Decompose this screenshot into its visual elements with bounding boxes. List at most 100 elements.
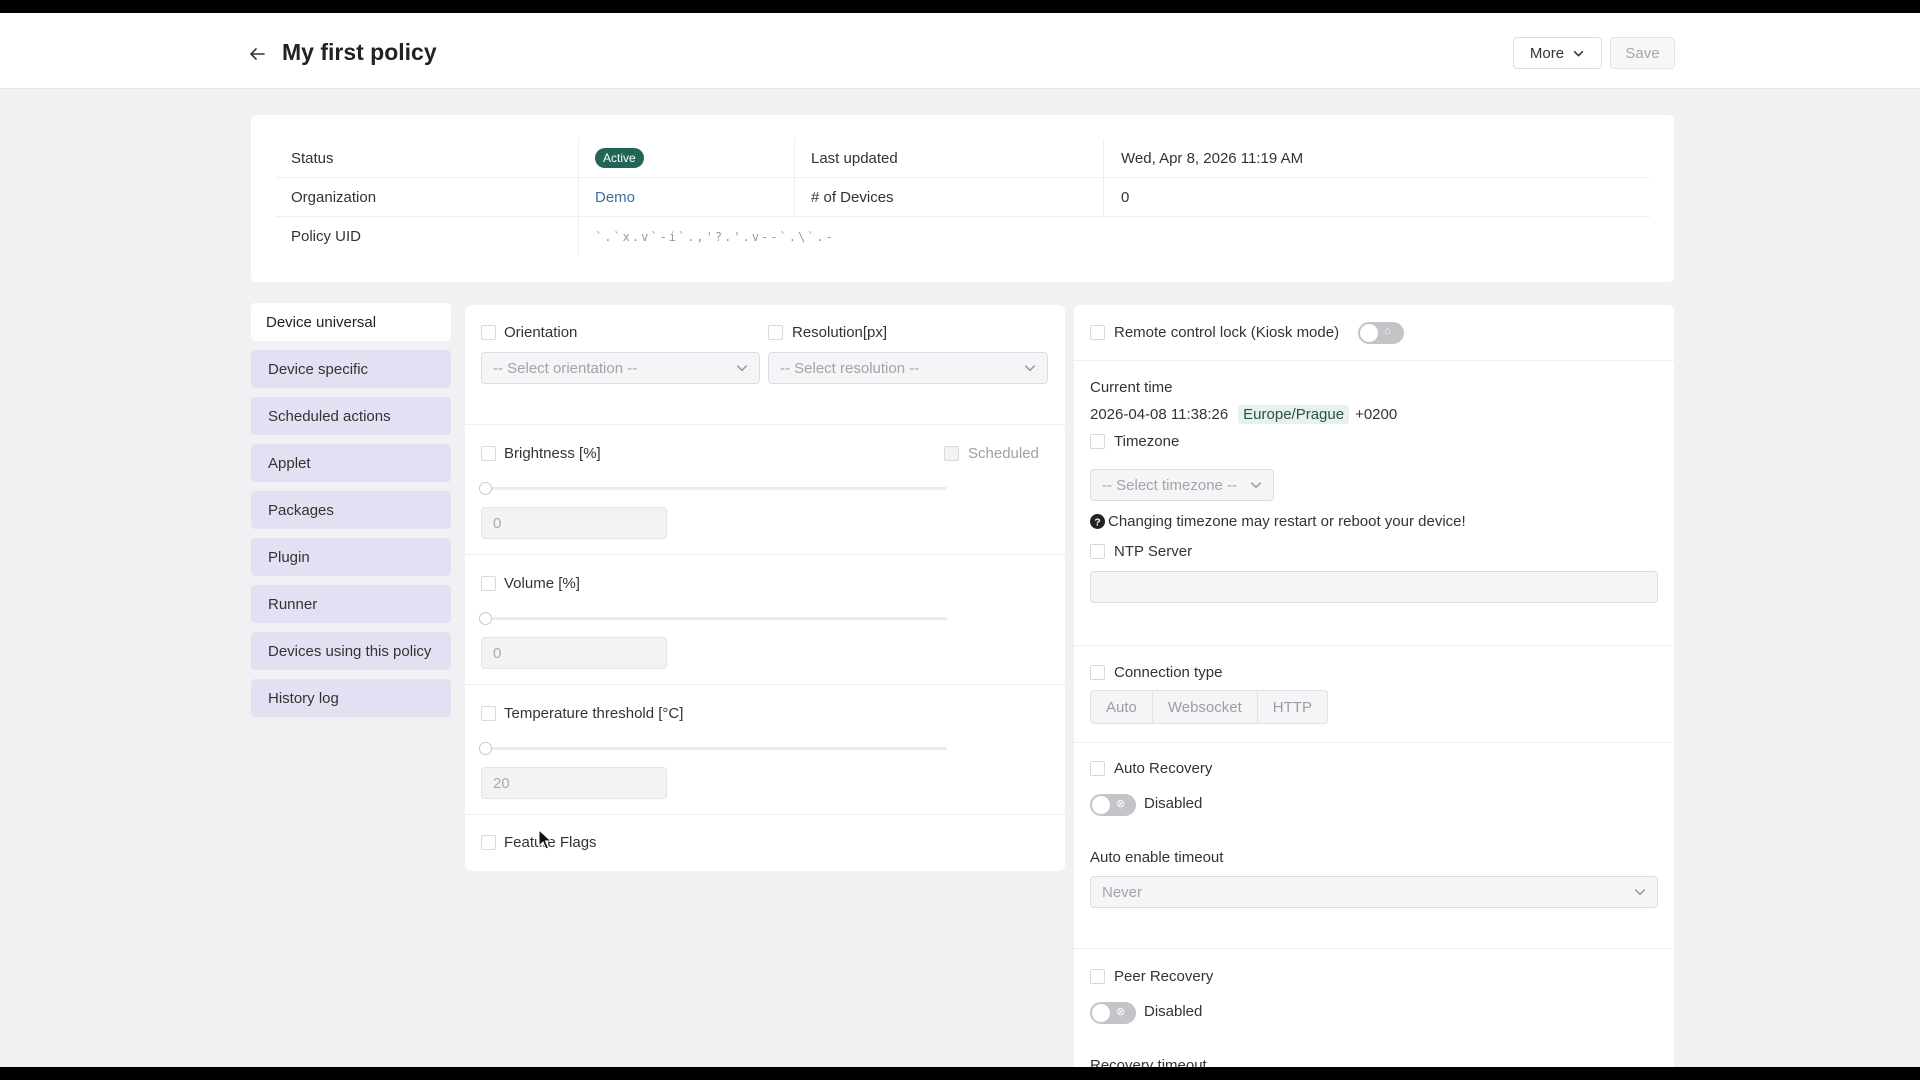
volume-checkbox[interactable] <box>481 576 496 591</box>
brightness-checkbox[interactable] <box>481 446 496 461</box>
policy-info-card: Status Active Last updated Wed, Apr 8, 2… <box>251 115 1674 282</box>
sidebar-item-devices-using-policy[interactable]: Devices using this policy <box>251 632 451 670</box>
resolution-select-value: -- Select resolution -- <box>780 359 920 377</box>
lock-icon: ⌂ <box>1384 325 1391 337</box>
device-settings-panel: Remote control lock (Kiosk mode) ⌂ Curre… <box>1074 305 1674 1067</box>
save-button[interactable]: Save <box>1610 37 1675 69</box>
close-circle-icon: ⊗ <box>1116 798 1126 810</box>
resolution-label: Resolution[px] <box>792 324 888 341</box>
timezone-select-value: -- Select timezone -- <box>1102 476 1238 494</box>
orientation-select[interactable]: -- Select orientation -- <box>481 352 760 384</box>
sidebar-item-device-universal[interactable]: Device universal <box>251 303 451 341</box>
policy-sidebar: Device universal Device specific Schedul… <box>251 303 451 726</box>
chevron-down-icon <box>1250 482 1262 489</box>
volume-slider[interactable] <box>483 617 947 620</box>
timezone-checkbox[interactable] <box>1090 434 1105 449</box>
connection-type-label: Connection type <box>1114 664 1223 681</box>
sidebar-item-plugin[interactable]: Plugin <box>251 538 451 576</box>
divider <box>1074 645 1674 646</box>
volume-slider-handle[interactable] <box>479 612 492 625</box>
chevron-down-icon <box>736 365 748 372</box>
current-time-value: 2026-04-08 11:38:26 <box>1090 406 1229 423</box>
peer-recovery-checkbox[interactable] <box>1090 969 1105 984</box>
chevron-down-icon <box>1024 365 1036 372</box>
auto-enable-timeout-value: Never <box>1102 883 1143 901</box>
peer-recovery-toggle[interactable]: ⊗ <box>1090 1002 1136 1024</box>
close-circle-icon: ⊗ <box>1116 1006 1126 1018</box>
toggle-knob <box>1360 324 1378 342</box>
temperature-label: Temperature threshold [°C] <box>504 705 684 722</box>
organization-label: Organization <box>276 178 579 216</box>
brightness-input[interactable]: 0 <box>481 507 667 539</box>
divider <box>1074 948 1674 949</box>
auto-recovery-label: Auto Recovery <box>1114 760 1213 777</box>
policy-uid-cell: `.`x.v`-i`.,'?.'.v--`.\`.- <box>579 217 939 256</box>
connection-option-http[interactable]: HTTP <box>1258 691 1327 723</box>
policy-uid-value[interactable]: `.`x.v`-i`.,'?.'.v--`.\`.- <box>595 230 835 244</box>
svg-text:?: ? <box>1094 517 1100 528</box>
devices-count-label: # of Devices <box>795 178 1104 216</box>
auto-recovery-checkbox[interactable] <box>1090 761 1105 776</box>
brightness-slider[interactable] <box>483 487 947 490</box>
scheduled-label: Scheduled <box>968 445 1039 462</box>
divider <box>465 424 1065 425</box>
connection-type-selector: Auto Websocket HTTP <box>1090 690 1328 724</box>
page-title: My first policy <box>282 39 437 65</box>
scheduled-checkbox[interactable] <box>944 446 959 461</box>
connection-option-auto[interactable]: Auto <box>1091 691 1153 723</box>
policy-uid-label: Policy UID <box>276 217 579 256</box>
divider <box>465 554 1065 555</box>
info-row-status: Status Active Last updated Wed, Apr 8, 2… <box>276 139 1650 178</box>
ntp-checkbox[interactable] <box>1090 544 1105 559</box>
sidebar-item-packages[interactable]: Packages <box>251 491 451 529</box>
temperature-checkbox[interactable] <box>481 706 496 721</box>
resolution-checkbox[interactable] <box>768 325 783 340</box>
sidebar-item-history-log[interactable]: History log <box>251 679 451 717</box>
kiosk-toggle[interactable]: ⌂ <box>1358 322 1404 344</box>
temperature-slider[interactable] <box>483 747 947 750</box>
toggle-knob <box>1092 1004 1110 1022</box>
auto-enable-timeout-select[interactable]: Never <box>1090 876 1658 908</box>
chevron-down-icon <box>1573 50 1584 57</box>
more-button[interactable]: More <box>1513 37 1602 69</box>
connection-option-websocket[interactable]: Websocket <box>1153 691 1258 723</box>
ntp-server-input[interactable] <box>1090 571 1658 603</box>
info-row-organization: Organization Demo # of Devices 0 <box>276 178 1650 217</box>
kiosk-checkbox[interactable] <box>1090 325 1105 340</box>
organization-cell: Demo <box>579 178 795 216</box>
mouse-cursor-icon <box>538 829 553 850</box>
back-arrow-icon[interactable] <box>246 43 268 65</box>
policy-info-table: Status Active Last updated Wed, Apr 8, 2… <box>276 139 1650 256</box>
temperature-slider-handle[interactable] <box>479 742 492 755</box>
auto-recovery-state: Disabled <box>1144 795 1203 812</box>
resolution-select[interactable]: -- Select resolution -- <box>768 352 1048 384</box>
peer-recovery-label: Peer Recovery <box>1114 968 1214 985</box>
temperature-input[interactable]: 20 <box>481 767 667 799</box>
status-label: Status <box>276 139 579 177</box>
ntp-label: NTP Server <box>1114 543 1193 560</box>
info-row-uid: Policy UID `.`x.v`-i`.,'?.'.v--`.\`.- <box>276 217 1650 256</box>
timezone-select[interactable]: -- Select timezone -- <box>1090 469 1274 501</box>
sidebar-item-scheduled-actions[interactable]: Scheduled actions <box>251 397 451 435</box>
divider <box>1074 360 1674 361</box>
sidebar-item-applet[interactable]: Applet <box>251 444 451 482</box>
orientation-label: Orientation <box>504 324 578 341</box>
sidebar-item-runner[interactable]: Runner <box>251 585 451 623</box>
devices-count-value: 0 <box>1121 188 1130 206</box>
divider <box>465 814 1065 815</box>
auto-recovery-toggle[interactable]: ⊗ <box>1090 794 1136 816</box>
connection-type-checkbox[interactable] <box>1090 665 1105 680</box>
chevron-down-icon <box>1634 889 1646 896</box>
brightness-label: Brightness [%] <box>504 445 601 462</box>
peer-recovery-state: Disabled <box>1144 1003 1203 1020</box>
orientation-checkbox[interactable] <box>481 325 496 340</box>
organization-link[interactable]: Demo <box>595 189 635 206</box>
toggle-knob <box>1092 796 1110 814</box>
last-updated-value: Wed, Apr 8, 2026 11:19 AM <box>1121 149 1304 167</box>
feature-flags-checkbox[interactable] <box>481 835 496 850</box>
brightness-slider-handle[interactable] <box>479 482 492 495</box>
question-circle-icon: ? <box>1090 514 1105 529</box>
sidebar-item-device-specific[interactable]: Device specific <box>251 350 451 388</box>
auto-enable-timeout-label: Auto enable timeout <box>1090 849 1224 866</box>
volume-input[interactable]: 0 <box>481 637 667 669</box>
